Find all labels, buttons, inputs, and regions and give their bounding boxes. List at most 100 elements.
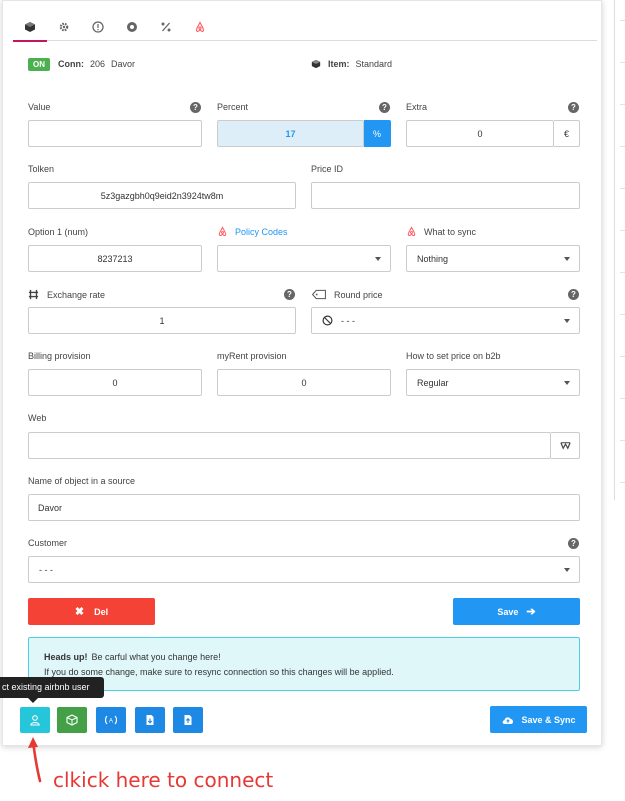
alert-circle-icon: [92, 20, 104, 33]
customer-value: - - -: [39, 564, 53, 575]
upload-file-button[interactable]: [173, 707, 203, 733]
tag-icon: [311, 289, 326, 300]
annotation-arrow-icon: [28, 737, 42, 783]
price-id-label: Price ID: [311, 164, 344, 174]
object-name-label: Name of object in a source: [28, 476, 136, 486]
option1-label: Option 1 (num): [28, 227, 89, 237]
connect-airbnb-user-button[interactable]: [20, 707, 50, 733]
close-icon: ✖: [74, 606, 85, 618]
round-price-select[interactable]: - - -: [311, 307, 580, 334]
item-label: Item:: [328, 59, 350, 69]
item-settings-panel: ON Conn: 206 Davor Item: Standard Value …: [2, 0, 602, 746]
customer-label: Customer: [28, 538, 68, 548]
web-input[interactable]: [28, 432, 551, 459]
policy-codes-select[interactable]: [217, 245, 391, 272]
item-info: Item: Standard: [311, 57, 392, 71]
web-icon: [559, 442, 571, 450]
percent-label: Percent: [217, 102, 249, 112]
ban-icon: [322, 315, 333, 326]
extra-input[interactable]: 0: [406, 120, 554, 147]
tab-percent[interactable]: [149, 13, 183, 40]
file-upload-icon: [184, 715, 192, 725]
delete-button[interactable]: ✖ Del: [28, 598, 155, 625]
web-link-button[interactable]: [551, 432, 580, 459]
exchange-icon: [28, 289, 39, 300]
tab-item[interactable]: [13, 13, 47, 42]
tab-status[interactable]: [115, 13, 149, 40]
tooltip-arrow: [28, 698, 38, 703]
price-id-input[interactable]: [311, 182, 580, 209]
b2b-price-select[interactable]: Regular: [406, 369, 580, 396]
broadcast-button[interactable]: A: [96, 707, 126, 733]
connection-info: ON Conn: 206 Davor: [28, 57, 135, 71]
status-badge: ON: [28, 57, 50, 71]
round-price-value: - - -: [341, 315, 355, 326]
tab-bar: [13, 7, 597, 42]
policy-codes-label[interactable]: Policy Codes: [235, 227, 288, 237]
cube-3d-icon: [66, 714, 78, 726]
sync-objects-button[interactable]: [57, 707, 87, 733]
help-icon[interactable]: ?: [190, 102, 201, 113]
value-input[interactable]: [28, 120, 202, 147]
exchange-rate-label: Exchange rate: [47, 290, 106, 300]
chevron-down-icon: [564, 568, 570, 572]
percent-addon: %: [364, 120, 391, 147]
round-price-label: Round price: [334, 290, 383, 300]
myrent-provision-label: myRent provision: [217, 351, 287, 361]
web-label: Web: [28, 413, 47, 423]
warning-alert: Heads up! Be carful what you change here!…: [28, 637, 580, 691]
save-button[interactable]: Save ➔: [453, 598, 580, 625]
tab-settings[interactable]: [47, 13, 81, 40]
airbnb-icon: [407, 226, 416, 237]
help-icon[interactable]: ?: [379, 102, 390, 113]
user-icon: [30, 715, 40, 726]
help-icon[interactable]: ?: [568, 102, 579, 113]
background-panel-edge: [614, 0, 625, 500]
b2b-price-value: Regular: [417, 377, 449, 388]
save-sync-button[interactable]: Save & Sync: [490, 706, 587, 733]
annotation-text: clkick here to connect: [53, 768, 274, 792]
alert-line1: Be carful what you change here!: [91, 652, 221, 662]
what-to-sync-select[interactable]: Nothing: [406, 245, 580, 272]
what-to-sync-value: Nothing: [417, 253, 449, 264]
myrent-provision-input[interactable]: 0: [217, 369, 391, 396]
file-download-icon: [146, 715, 154, 725]
what-to-sync-label: What to sync: [424, 227, 477, 237]
svg-text:A: A: [109, 719, 113, 725]
help-icon[interactable]: ?: [568, 538, 579, 549]
option1-input[interactable]: 8237213: [28, 245, 202, 272]
exchange-rate-input[interactable]: 1: [28, 307, 296, 334]
broadcast-icon: A: [104, 715, 118, 725]
tolken-input[interactable]: 5z3gazgbh0q9eid2n3924tw8m: [28, 182, 296, 209]
download-file-button[interactable]: [135, 707, 165, 733]
tab-alerts[interactable]: [81, 13, 115, 40]
save-button-label: Save: [497, 606, 519, 617]
conn-name: Davor: [111, 59, 136, 69]
billing-provision-label: Billing provision: [28, 351, 91, 361]
percent-icon: [161, 22, 171, 31]
cube-icon: [25, 21, 35, 32]
airbnb-icon: [218, 226, 227, 237]
billing-provision-input[interactable]: 0: [28, 369, 202, 396]
conn-id: 206: [90, 59, 106, 69]
item-value: Standard: [355, 59, 393, 69]
value-label: Value: [28, 102, 51, 112]
record-icon: [127, 21, 137, 32]
help-icon[interactable]: ?: [284, 289, 295, 300]
customer-select[interactable]: - - -: [28, 556, 580, 583]
cube-icon: [311, 59, 321, 69]
save-sync-label: Save & Sync: [521, 714, 576, 725]
tolken-label: Tolken: [28, 164, 55, 174]
delete-button-label: Del: [94, 606, 109, 617]
conn-label: Conn:: [58, 59, 84, 69]
percent-input[interactable]: 17: [217, 120, 364, 147]
chevron-down-icon: [564, 319, 570, 323]
tab-airbnb[interactable]: [183, 13, 217, 40]
chevron-down-icon: [375, 257, 381, 261]
alert-title: Heads up!: [44, 652, 88, 662]
cloud-upload-icon: [503, 716, 514, 724]
object-name-input[interactable]: Davor: [28, 494, 580, 521]
chevron-down-icon: [564, 257, 570, 261]
help-icon[interactable]: ?: [568, 289, 579, 300]
currency-addon: €: [554, 120, 580, 147]
